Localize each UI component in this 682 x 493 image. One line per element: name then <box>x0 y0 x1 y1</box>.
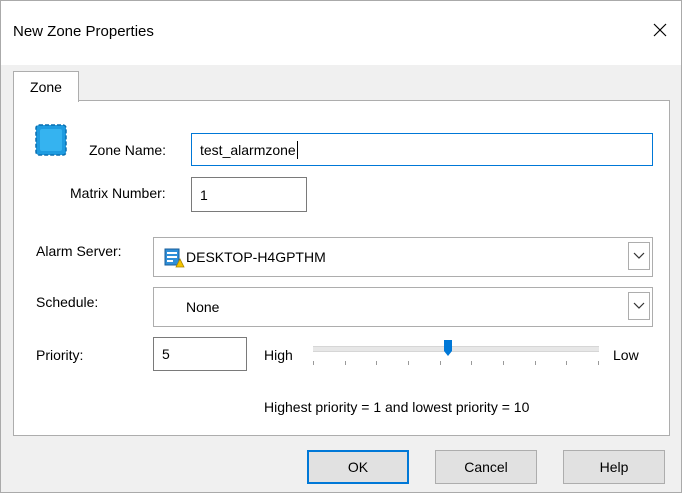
alarm-server-select[interactable]: DESKTOP-H4GPTHM <box>153 237 653 277</box>
chevron-down-icon <box>633 302 645 309</box>
priority-hint: Highest priority = 1 and lowest priority… <box>264 399 530 415</box>
tab-strip: Zone <box>13 67 669 102</box>
schedule-value: None <box>186 299 220 315</box>
zone-square-icon <box>35 124 67 156</box>
slider-tick <box>535 361 536 365</box>
text-caret <box>296 140 298 159</box>
ok-button[interactable]: OK <box>307 450 409 484</box>
slider-tick <box>440 361 441 365</box>
schedule-select[interactable]: None <box>153 287 653 327</box>
alarm-server-label: Alarm Server: <box>36 243 122 259</box>
zone-name-value: test_alarmzone <box>200 141 296 158</box>
slider-track <box>313 346 599 352</box>
chevron-down-icon <box>633 252 645 259</box>
slider-tick <box>408 361 409 365</box>
close-button[interactable] <box>647 17 673 43</box>
schedule-dropdown-button[interactable] <box>628 292 650 320</box>
schedule-label: Schedule: <box>36 294 99 310</box>
slider-tick <box>376 361 377 365</box>
matrix-number-label: Matrix Number: <box>70 185 166 201</box>
alarm-server-icon <box>164 248 185 268</box>
slider-tick <box>598 361 599 365</box>
slider-tick <box>503 361 504 365</box>
slider-tick <box>471 361 472 365</box>
tab-zone[interactable]: Zone <box>13 71 79 102</box>
priority-slider[interactable] <box>313 337 599 367</box>
title-bar: New Zone Properties <box>1 1 681 65</box>
priority-value: 5 <box>162 346 170 362</box>
zone-name-field[interactable]: test_alarmzone <box>191 133 653 166</box>
new-zone-properties-dialog: New Zone Properties Zone Zone Name: test… <box>0 0 682 493</box>
priority-low-label: Low <box>613 347 639 363</box>
zone-name-label: Zone Name: <box>89 142 167 158</box>
matrix-number-field[interactable]: 1 <box>191 177 307 212</box>
alarm-server-dropdown-button[interactable] <box>628 242 650 270</box>
dialog-title: New Zone Properties <box>13 23 154 40</box>
slider-tick <box>345 361 346 365</box>
slider-tick <box>313 361 314 365</box>
priority-label: Priority: <box>36 347 84 363</box>
cancel-button[interactable]: Cancel <box>435 450 537 484</box>
priority-field[interactable]: 5 <box>153 337 247 371</box>
close-icon <box>653 23 667 37</box>
help-button[interactable]: Help <box>563 450 665 484</box>
matrix-number-value: 1 <box>200 186 208 203</box>
priority-high-label: High <box>264 347 293 363</box>
slider-tick <box>566 361 567 365</box>
slider-thumb[interactable] <box>443 339 453 357</box>
alarm-server-value: DESKTOP-H4GPTHM <box>186 249 326 265</box>
